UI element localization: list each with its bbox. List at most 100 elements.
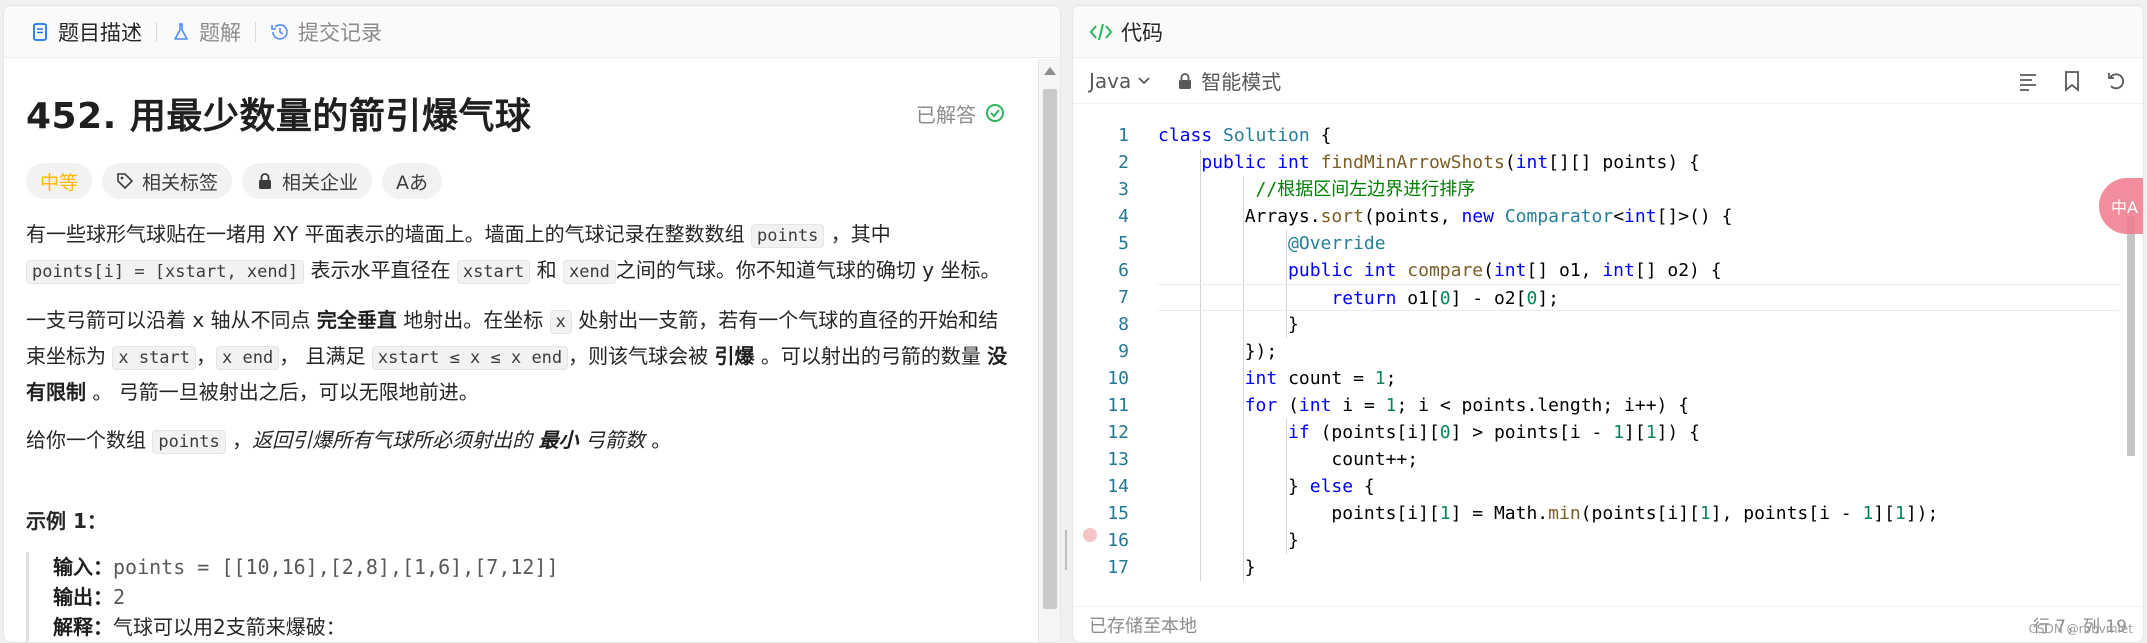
line-number: 13 [1107,449,1129,470]
line-number: 17 [1107,557,1129,578]
line-number: 6 [1118,260,1129,281]
inline-code: x end [216,346,280,370]
line-number: 2 [1118,152,1129,173]
code-line: } else { [1288,476,1375,497]
example-explanation: 解释：气球可以用2支箭来爆破： [53,615,346,639]
line-number: 8 [1118,314,1129,335]
breakpoint-marker[interactable] [1083,528,1097,542]
code-line: if (points[i][0] > points[i - 1][1]) { [1288,422,1700,443]
language-select[interactable]: Java [1089,69,1151,93]
line-number: 5 [1118,233,1129,254]
code-editor[interactable]: 1 2 3 4 5 6 7 8 9 10 11 12 13 14 15 16 1… [1073,106,2143,584]
code-line: int count = 1; [1244,368,1397,389]
check-circle-icon [986,104,1004,122]
related-companies-button[interactable]: 相关企业 [242,163,373,199]
code-line: }); [1244,341,1278,362]
problem-title: 452. 用最少数量的箭引爆气球 [26,96,532,137]
problem-tabs: 题目描述 题解 提交记录 [4,6,1060,58]
document-icon [33,22,47,41]
bookmark-icon[interactable] [2061,70,2083,92]
editor-toolbar: Java 智能模式 [1073,58,2143,104]
code-line-current: return o1[0] - o2[0]; [1158,284,2119,311]
code-line: } [1244,557,1256,578]
statement-paragraph-1: 有一些球形气球贴在一堵用 XY 平面表示的墙面上。墙面上的气球记录在整数数组 p… [26,222,1001,284]
line-number-gutter: 1 2 3 4 5 6 7 8 9 10 11 12 13 14 15 16 1… [1073,122,1133,581]
lock-icon [1179,72,1192,89]
problem-panel: 题目描述 题解 提交记录 452. 用最少数量的箭引爆气球 已解答 中等 相关标… [3,5,1061,643]
scrollbar-thumb[interactable] [1043,89,1057,609]
line-number: 9 [1118,341,1129,362]
problem-description: 452. 用最少数量的箭引爆气球 已解答 中等 相关标签 相关企业 Aあ 有一些… [4,59,1040,642]
tab-submissions[interactable]: 提交记录 [262,6,390,58]
code-line: class Solution { [1158,125,1332,146]
code-line: for (int i = 1; i < points.length; i++) … [1244,395,1690,416]
code-line: } [1288,314,1299,335]
mode-select[interactable]: 智能模式 [1177,66,1281,95]
code-line: public int findMinArrowShots(int[][] poi… [1201,152,1700,173]
editor-tools [2017,70,2127,92]
code-panel-header: 代码 [1073,6,2143,58]
example-block: 输入：points = [[10,16],[2,8],[1,6],[7,12]]… [26,552,1018,642]
code-icon [1089,23,1113,40]
line-number: 1 [1118,125,1129,146]
chevron-down-icon [1138,76,1150,84]
related-companies-label: 相关企业 [282,171,359,194]
statement-paragraph-3: 给你一个数组 points ，返回引爆所有气球所必须射出的 最小 弓箭数 。 [26,428,672,454]
tab-description[interactable]: 题目描述 [22,6,150,58]
code-line: } [1288,530,1299,551]
line-number: 3 [1118,179,1129,200]
code-panel-title: 代码 [1121,20,1163,45]
tag-icon [117,173,134,190]
inline-code: x [549,310,572,334]
tab-solutions[interactable]: 题解 [163,6,249,58]
example-input: 输入：points = [[10,16],[2,8],[1,6],[7,12]] [53,555,559,579]
tab-description-label: 题目描述 [58,20,142,45]
font-toggle-button[interactable]: Aあ [382,163,443,199]
language-label: Java [1089,68,1132,93]
code-lines: class Solution { public int findMinArrow… [1158,122,2119,581]
scroll-up-arrow[interactable] [1044,67,1056,75]
line-number: 16 [1107,530,1129,551]
scrollbar-thumb[interactable] [2127,216,2135,456]
solved-label: 已解答 [916,102,976,127]
tab-submissions-label: 提交记录 [298,20,382,45]
description-scrollbar[interactable] [1038,59,1060,642]
format-icon[interactable] [2017,70,2039,92]
tab-solutions-label: 题解 [199,20,241,45]
difficulty-badge[interactable]: 中等 [26,163,93,199]
flask-icon [174,22,188,40]
statement-paragraph-2: 一支弓箭可以沿着 x 轴从不同点 完全垂直 地射出。在坐标 x 处射出一支箭，若… [26,308,1008,404]
save-status: 已存储至本地 [1089,615,1197,637]
editor-status-bar: 已存储至本地 行 7，列 19 [1073,606,2143,642]
code-line: @Override [1288,233,1386,254]
example-output: 输出：2 [53,585,126,609]
code-line: //根据区间左边界进行排序 [1255,179,1476,200]
line-number: 12 [1107,422,1129,443]
line-number: 4 [1118,206,1129,227]
inline-code: xstart [456,260,531,284]
code-line: points[i][1] = Math.min(points[i][1], po… [1331,503,1939,524]
code-line: public int compare(int[] o1, int[] o2) { [1288,260,1722,281]
line-number: 10 [1107,368,1129,389]
inline-code: xstart ≤ x ≤ x end [371,346,569,370]
problem-statement: 有一些球形气球贴在一堵用 XY 平面表示的墙面上。墙面上的气球记录在整数数组 p… [26,217,1018,459]
lock-icon [259,173,272,189]
inline-code: points[i] = [xstart, xend] [26,260,305,284]
related-tags-button[interactable]: 相关标签 [102,163,233,199]
tab-divider [156,21,157,42]
app-root: 题目描述 题解 提交记录 452. 用最少数量的箭引爆气球 已解答 中等 相关标… [0,0,2147,643]
line-number: 7 [1118,287,1129,308]
line-number: 15 [1107,503,1129,524]
example-title: 示例 1： [26,509,107,533]
watermark: CSDN @rbbvmlet [2028,622,2133,636]
solved-status: 已解答 [916,99,1006,128]
panel-resize-handle[interactable] [1064,530,1068,570]
inline-code: points [751,224,825,248]
tab-divider [255,21,256,42]
line-number: 11 [1107,395,1129,416]
reset-icon[interactable] [2105,70,2127,92]
editor-scrollbar[interactable] [2125,106,2137,456]
mode-label: 智能模式 [1201,70,1282,94]
code-panel: 代码 Java 智能模式 1 2 3 4 5 6 7 8 9 10 11 12 … [1072,5,2144,643]
code-line: Arrays.sort(points, new Comparator<int[]… [1244,206,1733,227]
